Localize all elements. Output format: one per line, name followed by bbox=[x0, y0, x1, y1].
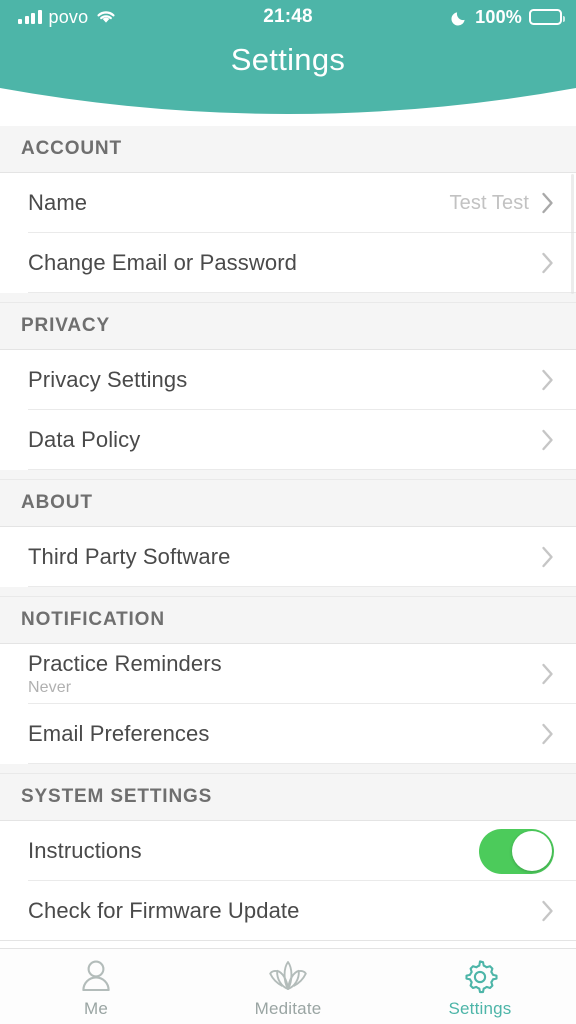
row-subtitle: Never bbox=[28, 679, 72, 696]
battery-percent-label: 100% bbox=[475, 6, 522, 27]
tab-label: Meditate bbox=[254, 999, 322, 1018]
status-bar: povo 21:48 100% bbox=[0, 0, 576, 34]
toggle-knob bbox=[511, 831, 552, 871]
scroll-indicator[interactable] bbox=[571, 174, 574, 294]
settings-row-name[interactable]: Name Test Test bbox=[0, 173, 576, 233]
moon-icon bbox=[451, 11, 465, 26]
section-spacer bbox=[0, 587, 576, 597]
row-label: Name bbox=[28, 190, 88, 215]
row-text: Privacy Settings bbox=[28, 367, 187, 393]
settings-list[interactable]: ACCOUNT Name Test Test Change Email or P… bbox=[0, 126, 576, 948]
settings-row-third-party-software[interactable]: Third Party Software bbox=[0, 527, 576, 587]
section-title: ACCOUNT bbox=[21, 138, 122, 159]
row-text: Practice Reminders Never bbox=[28, 651, 222, 697]
row-label: Data Policy bbox=[28, 427, 141, 452]
chevron-right-icon bbox=[542, 723, 553, 745]
row-text: Data Policy bbox=[28, 427, 140, 453]
row-divider bbox=[0, 940, 576, 941]
chevron-right-icon bbox=[542, 900, 553, 922]
settings-row-privacy-settings[interactable]: Privacy Settings bbox=[0, 350, 576, 410]
section-header-notification: NOTIFICATION bbox=[0, 597, 576, 644]
tab-settings[interactable]: Settings bbox=[384, 949, 576, 1024]
row-divider bbox=[28, 763, 576, 764]
chevron-right-icon bbox=[542, 429, 553, 451]
page-title: Settings bbox=[230, 42, 346, 77]
section-spacer bbox=[0, 293, 576, 303]
row-label: Email Preferences bbox=[28, 721, 210, 746]
gear-icon bbox=[465, 960, 498, 994]
chevron-right-icon bbox=[542, 369, 553, 391]
section-title: ABOUT bbox=[21, 492, 93, 513]
chevron-right-icon bbox=[542, 192, 553, 214]
row-text: Instructions bbox=[28, 838, 142, 864]
row-divider bbox=[28, 469, 576, 470]
section-title: NOTIFICATION bbox=[21, 609, 165, 630]
row-text: Check for Firmware Update bbox=[28, 898, 299, 924]
row-value: Test Test bbox=[449, 191, 529, 214]
row-label: Third Party Software bbox=[28, 544, 231, 569]
status-bar-right: 100% bbox=[451, 6, 565, 28]
row-label: Practice Reminders bbox=[28, 651, 222, 676]
tab-label: Settings bbox=[448, 999, 512, 1018]
chevron-right-icon bbox=[542, 252, 553, 274]
settings-row-instructions[interactable]: Instructions bbox=[0, 821, 576, 881]
settings-row-change-email-or-password[interactable]: Change Email or Password bbox=[0, 233, 576, 293]
chevron-right-icon bbox=[542, 663, 553, 685]
section-header-privacy: PRIVACY bbox=[0, 303, 576, 350]
tab-label: Me bbox=[83, 999, 109, 1018]
chevron-right-icon bbox=[542, 546, 553, 568]
section-header-system-settings: SYSTEM SETTINGS bbox=[0, 774, 576, 821]
section-title: SYSTEM SETTINGS bbox=[21, 786, 213, 807]
settings-row-data-policy[interactable]: Data Policy bbox=[0, 410, 576, 470]
settings-row-check-for-firmware-update[interactable]: Check for Firmware Update bbox=[0, 881, 576, 941]
app-header: povo 21:48 100% Settings bbox=[0, 0, 576, 126]
row-divider bbox=[28, 586, 576, 587]
battery-full-icon bbox=[529, 9, 565, 25]
section-header-account: ACCOUNT bbox=[0, 126, 576, 173]
row-label: Change Email or Password bbox=[28, 250, 297, 275]
row-label: Privacy Settings bbox=[28, 367, 188, 392]
row-label: Check for Firmware Update bbox=[28, 898, 300, 923]
person-icon bbox=[82, 960, 110, 992]
section-header-about: ABOUT bbox=[0, 480, 576, 527]
row-text: Change Email or Password bbox=[28, 250, 297, 276]
tab-me[interactable]: Me bbox=[0, 949, 192, 1024]
section-spacer bbox=[0, 470, 576, 480]
row-divider bbox=[28, 292, 576, 293]
instructions-toggle[interactable] bbox=[479, 828, 554, 874]
settings-screen: povo 21:48 100% Settings ACCOUNT Name Te… bbox=[0, 0, 576, 1024]
settings-row-email-preferences[interactable]: Email Preferences bbox=[0, 704, 576, 764]
row-text: Name bbox=[28, 190, 87, 216]
row-text: Email Preferences bbox=[28, 721, 209, 747]
row-label: Instructions bbox=[28, 838, 142, 863]
settings-row-practice-reminders[interactable]: Practice Reminders Never bbox=[0, 644, 576, 704]
lotus-icon bbox=[269, 961, 307, 990]
section-spacer bbox=[0, 764, 576, 774]
section-title: PRIVACY bbox=[21, 315, 111, 336]
bottom-tab-bar: Me Meditate Settings bbox=[0, 948, 576, 1024]
tab-meditate[interactable]: Meditate bbox=[192, 949, 384, 1024]
row-text: Third Party Software bbox=[28, 544, 231, 570]
